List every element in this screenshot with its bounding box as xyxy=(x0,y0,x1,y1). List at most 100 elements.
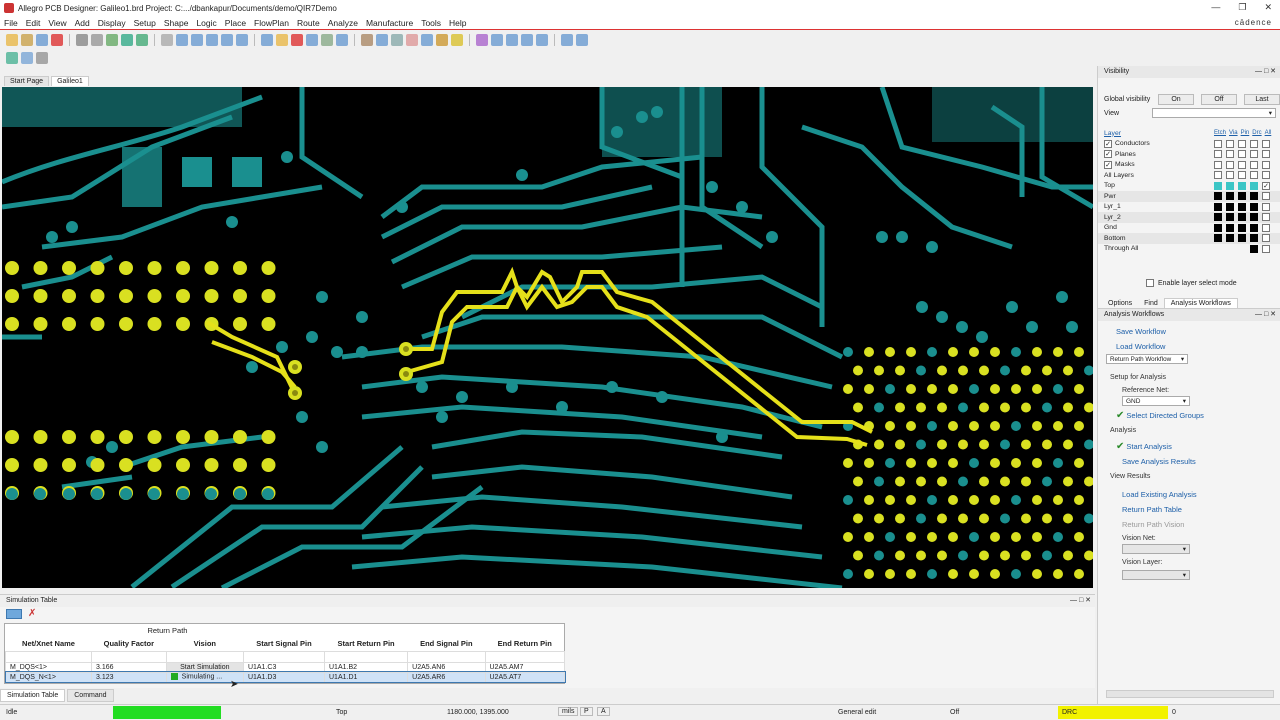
panel-horizontal-scrollbar[interactable] xyxy=(1106,690,1274,698)
visibility-checkbox[interactable] xyxy=(1214,150,1222,159)
menu-help[interactable]: Help xyxy=(449,18,466,28)
menu-logic[interactable]: Logic xyxy=(196,18,216,28)
group-checkbox[interactable]: ✓ xyxy=(1104,160,1112,169)
col-start-signal-pin[interactable]: Start Signal Pin xyxy=(243,637,324,651)
visibility-checkbox[interactable] xyxy=(1226,160,1234,169)
vision-layer-select[interactable]: ▾ xyxy=(1122,570,1190,580)
layer-all-checkbox[interactable] xyxy=(1262,234,1270,243)
visibility-checkbox[interactable] xyxy=(1250,139,1258,148)
visibility-off-button[interactable]: Off xyxy=(1201,93,1237,105)
toolbar-tool-icon[interactable] xyxy=(576,34,588,46)
group-checkbox[interactable]: ✓ xyxy=(1104,139,1112,148)
toolbar-tool-icon[interactable] xyxy=(336,34,348,46)
tab-simulation-table[interactable]: Simulation Table xyxy=(0,689,66,702)
layer-color-swatch[interactable] xyxy=(1238,192,1246,201)
toolbar-tool-icon[interactable] xyxy=(406,34,418,46)
view-select[interactable]: ▾ xyxy=(1152,108,1276,118)
layer-color-swatch[interactable] xyxy=(1238,223,1246,232)
menu-file[interactable]: File xyxy=(4,18,18,28)
filter-cell[interactable] xyxy=(5,650,92,663)
layer-color-swatch[interactable] xyxy=(1214,234,1222,243)
layer-color-swatch[interactable] xyxy=(1238,213,1246,222)
col-net-name[interactable]: Net/Xnet Name xyxy=(6,637,92,651)
toolbar-tool-icon[interactable] xyxy=(536,34,548,46)
toolbar-tool-icon[interactable] xyxy=(376,34,388,46)
layer-color-swatch[interactable] xyxy=(1214,213,1222,222)
layer-color-swatch[interactable] xyxy=(1214,223,1222,232)
visibility-checkbox[interactable] xyxy=(1238,160,1246,169)
toolbar-tool-icon[interactable] xyxy=(121,34,133,46)
menu-tools[interactable]: Tools xyxy=(421,18,441,28)
toolbar-tool-icon[interactable] xyxy=(391,34,403,46)
layer-color-swatch[interactable] xyxy=(1250,202,1258,211)
layer-color-swatch[interactable] xyxy=(1250,244,1258,253)
toolbar-tool-icon[interactable] xyxy=(6,34,18,46)
toolbar-tool-icon[interactable] xyxy=(491,34,503,46)
layer-all-checkbox[interactable] xyxy=(1262,213,1270,222)
visibility-checkbox[interactable] xyxy=(1238,139,1246,148)
visibility-checkbox[interactable] xyxy=(1250,150,1258,159)
layer-row[interactable]: Pwr xyxy=(1098,191,1280,202)
save-workflow-link[interactable]: Save Workflow xyxy=(1116,324,1280,339)
restore-icon[interactable]: ❐ xyxy=(1238,2,1246,13)
menu-view[interactable]: View xyxy=(48,18,66,28)
toolbar-tool-icon[interactable] xyxy=(521,34,533,46)
visibility-checkbox[interactable] xyxy=(1226,150,1234,159)
minimize-icon[interactable]: — xyxy=(1211,2,1220,13)
visibility-checkbox[interactable] xyxy=(1214,139,1222,148)
tab-options[interactable]: Options xyxy=(1102,299,1138,308)
start-simulation-button[interactable]: Start Simulation xyxy=(165,661,244,673)
visibility-checkbox[interactable] xyxy=(1250,160,1258,169)
menu-flowplan[interactable]: FlowPlan xyxy=(254,18,289,28)
layer-row[interactable]: Through All xyxy=(1098,243,1280,254)
filter-icon[interactable] xyxy=(6,609,22,619)
visibility-checkbox[interactable] xyxy=(1214,160,1222,169)
vision-net-select[interactable]: ▾ xyxy=(1122,544,1190,554)
layer-all-checkbox[interactable] xyxy=(1262,223,1270,232)
panel-controls-icon[interactable]: — □ ✕ xyxy=(1255,67,1276,75)
layer-row[interactable]: Top ✓ xyxy=(1098,180,1280,191)
menu-edit[interactable]: Edit xyxy=(26,18,41,28)
toolbar-tool-icon[interactable] xyxy=(276,34,288,46)
a-button[interactable]: A xyxy=(597,707,610,716)
tab-command[interactable]: Command xyxy=(67,689,114,702)
enable-layer-select-checkbox[interactable] xyxy=(1146,279,1154,287)
select-directed-groups-link[interactable]: Select Directed Groups xyxy=(1126,411,1204,420)
table-row[interactable]: M_DQS_N<1> 3.123 Simulating ... U1A1.D3 … xyxy=(4,671,566,683)
toolbar-tool-icon[interactable] xyxy=(561,34,573,46)
toolbar-tool-icon[interactable] xyxy=(506,34,518,46)
layer-color-swatch[interactable] xyxy=(1238,202,1246,211)
layer-row[interactable]: Bottom xyxy=(1098,233,1280,244)
filter-cell[interactable] xyxy=(242,650,326,663)
table-row[interactable]: M_DQS<1> 3.166 Start Simulation U1A1.C3 … xyxy=(5,661,565,673)
menu-setup[interactable]: Setup xyxy=(134,18,156,28)
toolbar-tool-icon[interactable] xyxy=(321,34,333,46)
toolbar-tool-icon[interactable] xyxy=(221,34,233,46)
layer-color-swatch[interactable] xyxy=(1226,192,1234,201)
visibility-checkbox[interactable] xyxy=(1238,171,1246,180)
toolbar-tool-icon[interactable] xyxy=(361,34,373,46)
reference-net-select[interactable]: GND ▾ xyxy=(1122,396,1190,406)
toolbar-tool-icon[interactable] xyxy=(21,34,33,46)
tab-start-page[interactable]: Start Page xyxy=(4,76,50,86)
layer-color-swatch[interactable] xyxy=(1250,181,1258,190)
layer-color-swatch[interactable] xyxy=(1226,213,1234,222)
layer-color-swatch[interactable] xyxy=(1226,181,1234,190)
col-end-return-pin[interactable]: End Return Pin xyxy=(485,637,565,651)
tab-find[interactable]: Find xyxy=(1138,299,1164,308)
toolbar-tool-icon[interactable] xyxy=(76,34,88,46)
visibility-checkbox[interactable] xyxy=(1226,171,1234,180)
return-path-vision-link[interactable]: Return Path Vision xyxy=(1116,517,1280,532)
menu-add[interactable]: Add xyxy=(75,18,90,28)
layer-color-swatch[interactable] xyxy=(1214,181,1222,190)
toolbar-tool-icon[interactable] xyxy=(36,52,48,64)
filter-cell[interactable] xyxy=(165,650,244,663)
toolbar-tool-icon[interactable] xyxy=(6,52,18,64)
layer-color-swatch[interactable] xyxy=(1250,234,1258,243)
col-vision[interactable]: Vision xyxy=(166,637,243,651)
load-existing-analysis-link[interactable]: Load Existing Analysis xyxy=(1116,487,1280,502)
layer-color-swatch[interactable] xyxy=(1214,192,1222,201)
col-quality-factor[interactable]: Quality Factor xyxy=(92,637,167,651)
visibility-checkbox[interactable] xyxy=(1250,171,1258,180)
col-end-signal-pin[interactable]: End Signal Pin xyxy=(408,637,485,651)
